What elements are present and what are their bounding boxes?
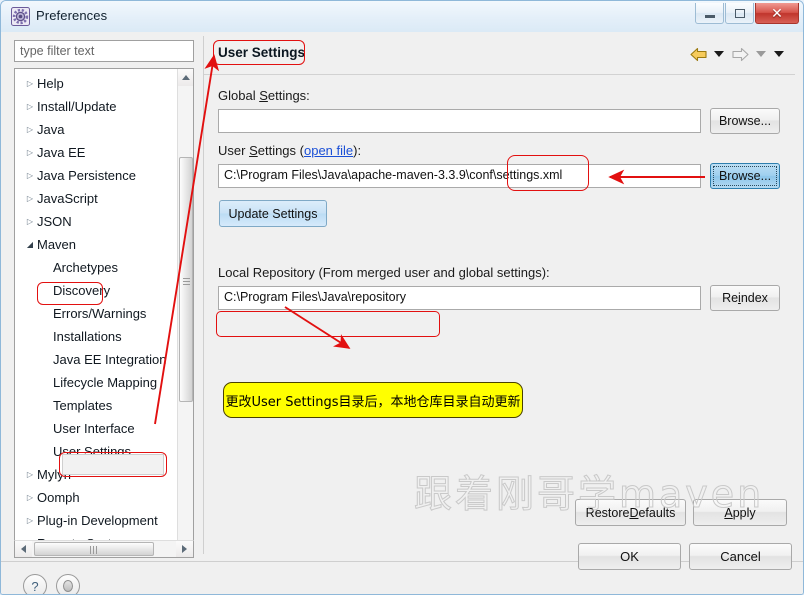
sidebar-item-label: Java Persistence: [37, 168, 136, 184]
panel-header: User Settings: [204, 36, 795, 75]
sidebar-item-java[interactable]: ▷ Java: [15, 117, 177, 140]
sidebar-item-label: Install/Update: [37, 99, 117, 115]
chevron-right-icon[interactable]: ▷: [23, 463, 37, 486]
chevron-right-icon[interactable]: ▷: [23, 486, 37, 509]
chevron-right-icon[interactable]: ▷: [23, 118, 37, 141]
annotation-box-user-settings: [59, 452, 167, 477]
annotation-box-local-repository: [216, 311, 440, 337]
sidebar-item-label: Maven: [37, 237, 77, 253]
reindex-button[interactable]: Re i ndex: [710, 285, 780, 311]
sidebar-item-installations[interactable]: Installations: [15, 324, 177, 347]
annotation-box-browse-button: [507, 155, 589, 191]
sidebar-item-java-persistence[interactable]: ▷ Java Persistence: [15, 163, 177, 186]
open-file-link[interactable]: open file: [304, 143, 353, 158]
sidebar-item-label: Errors/Warnings: [53, 306, 147, 322]
maximize-icon[interactable]: [725, 3, 754, 24]
global-settings-label: Global Settings:: [218, 88, 310, 103]
sidebar-item-label: Templates: [53, 398, 113, 414]
back-arrow-icon[interactable]: [687, 44, 709, 64]
global-settings-input[interactable]: [218, 109, 701, 133]
window-controls: ✕: [694, 3, 799, 24]
scrollbar-thumb[interactable]: [179, 157, 193, 402]
cancel-button[interactable]: Cancel: [689, 543, 792, 570]
sidebar-item-label: Java: [37, 122, 65, 138]
user-settings-browse-button[interactable]: Browse...: [710, 163, 780, 189]
scroll-left-icon[interactable]: [15, 541, 32, 557]
sidebar-item-label: Lifecycle Mapping: [53, 375, 158, 391]
sidebar-item-json[interactable]: ▷ JSON: [15, 209, 177, 232]
sidebar-item-java-ee-integration[interactable]: Java EE Integration: [15, 347, 177, 370]
sidebar-item-label: User Interface: [53, 421, 135, 437]
search-input[interactable]: type filter text: [14, 40, 194, 62]
sidebar-item-label: Plug-in Development: [37, 513, 158, 529]
chevron-right-icon[interactable]: ▷: [23, 95, 37, 118]
chevron-right-icon[interactable]: ▷: [23, 72, 37, 95]
global-settings-browse-button[interactable]: Browse...: [710, 108, 780, 134]
chevron-right-icon[interactable]: ▷: [23, 210, 37, 233]
sidebar-item-label: JSON: [37, 214, 72, 230]
sidebar-item-javascript[interactable]: ▷ JavaScript: [15, 186, 177, 209]
hscrollbar-thumb[interactable]: [34, 542, 154, 556]
title-bar[interactable]: Preferences ✕: [1, 1, 803, 33]
sidebar-item-label: Help: [37, 76, 64, 92]
sidebar-item-label: Installations: [53, 329, 122, 345]
footer-divider: [1, 561, 803, 562]
annotation-note: 更改User Settings目录后，本地仓库目录自动更新: [223, 382, 523, 418]
chevron-right-icon[interactable]: ▷: [23, 509, 37, 532]
user-settings-input[interactable]: C:\Program Files\Java\apache-maven-3.3.9…: [218, 164, 701, 188]
sidebar-item-label: Oomph: [37, 490, 80, 506]
sidebar-item-templates[interactable]: Templates: [15, 393, 177, 416]
sidebar-item-label: Java EE Integration: [53, 352, 167, 368]
local-repository-label: Local Repository (From merged user and g…: [218, 265, 550, 280]
scroll-up-icon[interactable]: [178, 69, 193, 86]
panel-navigation: [687, 44, 787, 64]
preferences-tree[interactable]: ▷ Help ▷ Install/Update ▷ Java ▷ Java EE ▷ Java P…: [14, 68, 194, 558]
sidebar-item-install-update[interactable]: ▷ Install/Update: [15, 94, 177, 117]
help-icon[interactable]: ?: [23, 574, 47, 594]
apply-button[interactable]: Apply: [693, 499, 787, 526]
dialog-body: type filter text ▷ Help ▷ Install/Update ▷ Ja…: [1, 32, 803, 594]
sidebar-item-label: Java EE: [37, 145, 86, 161]
chevron-right-icon[interactable]: ▷: [23, 187, 37, 210]
annotation-box-maven: [37, 282, 103, 305]
forward-history-chevron-down-icon[interactable]: [753, 44, 769, 64]
minimize-icon[interactable]: [695, 3, 724, 24]
sidebar-item-user-interface[interactable]: User Interface: [15, 416, 177, 439]
chevron-right-icon[interactable]: ▷: [23, 164, 37, 187]
sidebar-item-help[interactable]: ▷ Help: [15, 71, 177, 94]
tree-horizontal-scrollbar[interactable]: [14, 540, 194, 558]
apply-all-icon[interactable]: [56, 574, 80, 594]
sidebar-item-label: JavaScript: [37, 191, 98, 207]
update-settings-button[interactable]: Update Settings: [219, 200, 327, 227]
panel-menu-chevron-down-icon[interactable]: [771, 44, 787, 64]
window-title: Preferences: [36, 8, 108, 23]
annotation-box-page-title: [213, 40, 305, 65]
scroll-right-icon[interactable]: [176, 541, 193, 557]
chevron-down-icon[interactable]: ◢: [23, 233, 37, 256]
chevron-right-icon[interactable]: ▷: [23, 141, 37, 164]
user-settings-label: User Settings (open file):: [218, 143, 362, 158]
sidebar-item-java-ee[interactable]: ▷ Java EE: [15, 140, 177, 163]
sidebar-item-lifecycle-mapping[interactable]: Lifecycle Mapping: [15, 370, 177, 393]
sidebar-item-label: Archetypes: [53, 260, 119, 276]
sidebar-item-plug-in-development[interactable]: ▷ Plug-in Development: [15, 508, 177, 531]
preferences-gear-icon: [11, 7, 30, 26]
sidebar-item-maven[interactable]: ◢ Maven: [15, 232, 177, 255]
settings-panel: User Settings Global Settings: Browse...…: [203, 36, 795, 554]
tree-vertical-scrollbar[interactable]: [177, 69, 193, 557]
close-icon[interactable]: ✕: [755, 3, 799, 24]
footer-icons: ?: [23, 574, 80, 594]
tree-item-list: ▷ Help ▷ Install/Update ▷ Java ▷ Java EE ▷ Java P…: [15, 71, 177, 554]
back-history-chevron-down-icon[interactable]: [711, 44, 727, 64]
sidebar-item-oomph[interactable]: ▷ Oomph: [15, 485, 177, 508]
ok-button[interactable]: OK: [578, 543, 681, 570]
sidebar-item-archetypes[interactable]: Archetypes: [15, 255, 177, 278]
window-frame: Preferences ✕ type filter text ▷ Help ▷ Ins…: [0, 0, 804, 595]
preferences-dialog: Preferences ✕ type filter text ▷ Help ▷ Ins…: [0, 0, 804, 595]
restore-defaults-button[interactable]: Restore Defaults: [575, 499, 686, 526]
forward-arrow-icon[interactable]: [729, 44, 751, 64]
local-repository-input[interactable]: C:\Program Files\Java\repository: [218, 286, 701, 310]
